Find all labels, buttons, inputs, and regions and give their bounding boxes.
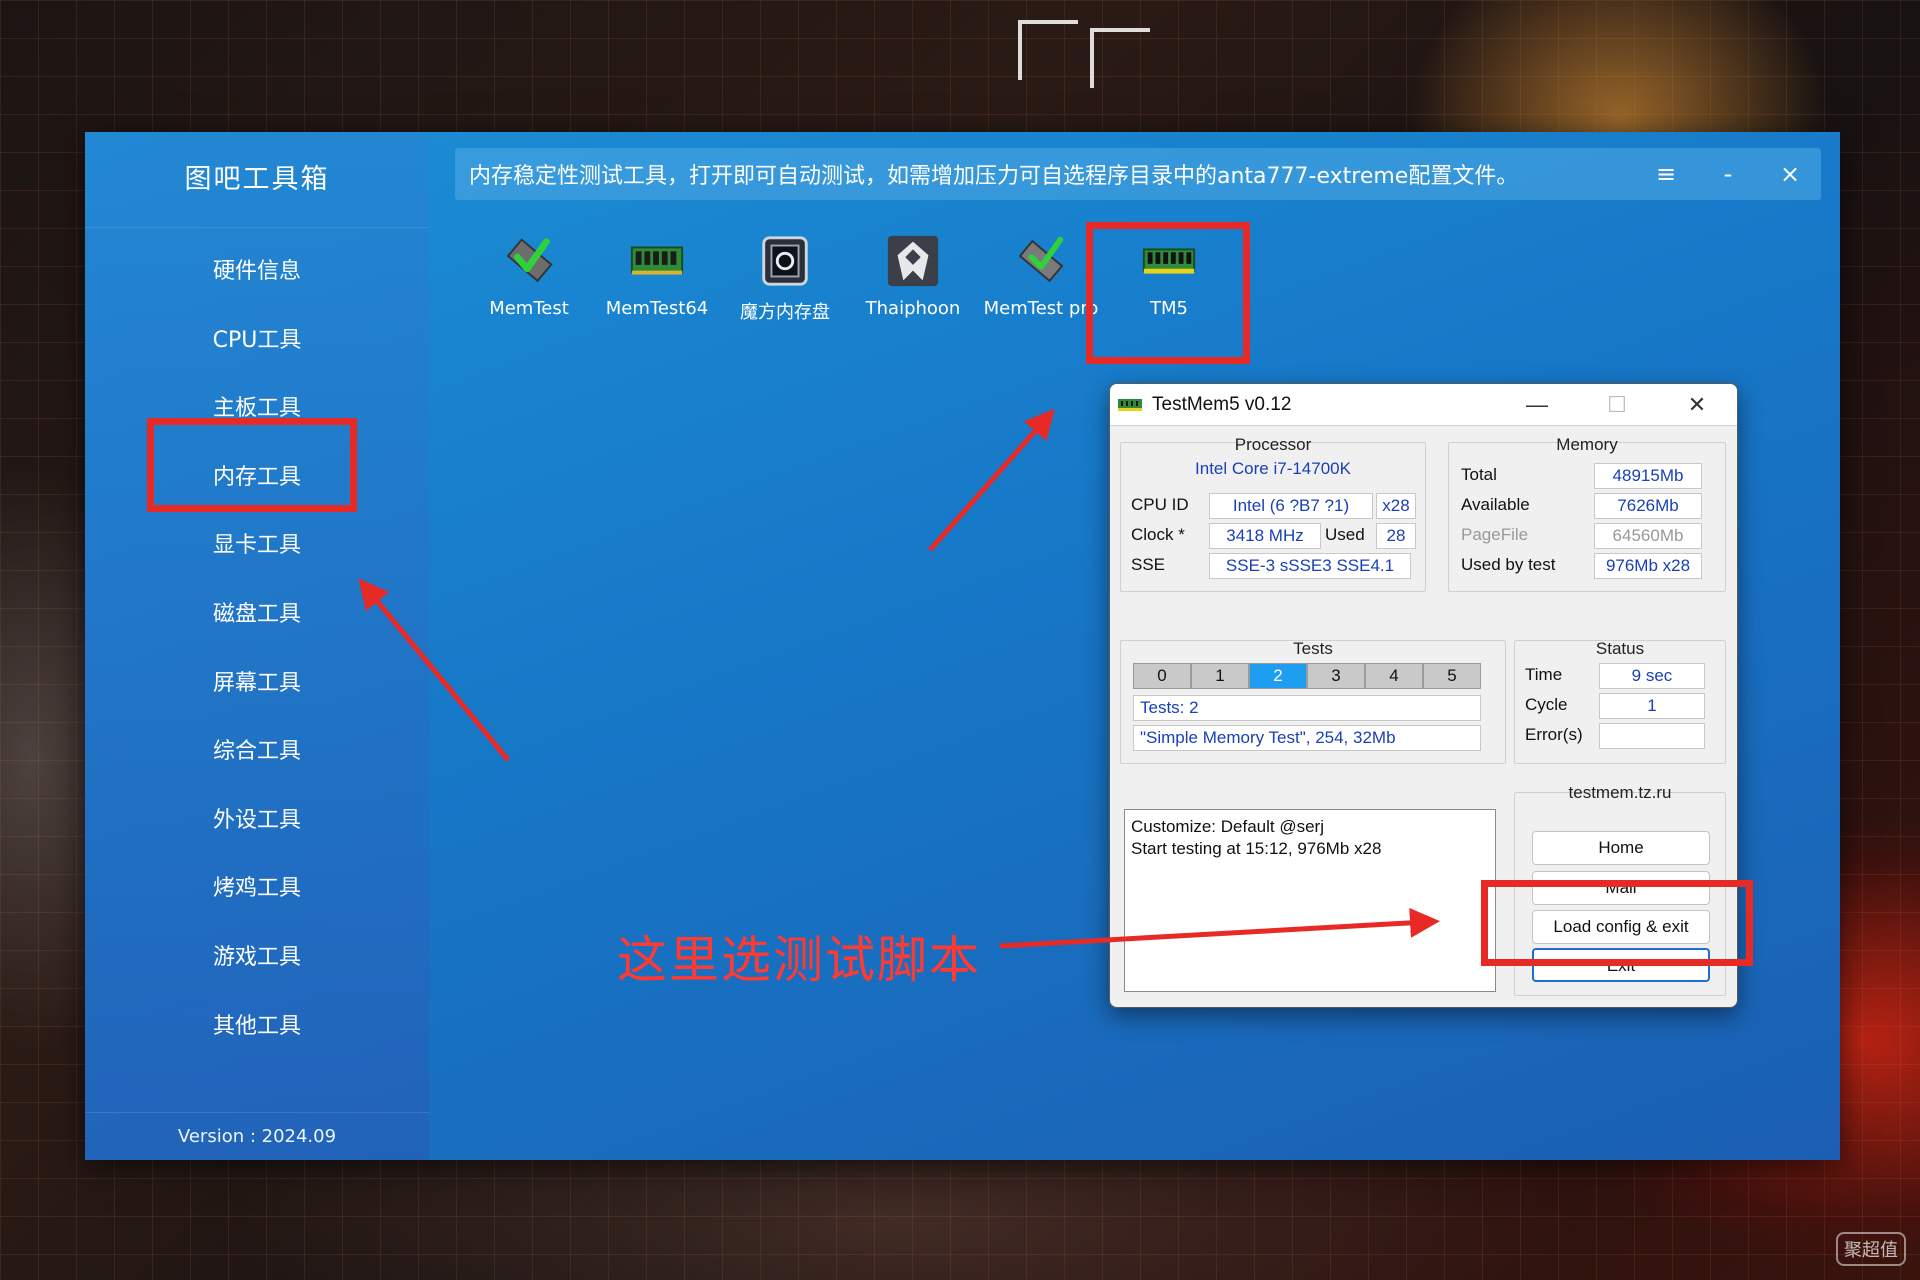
arrow-to-load-config: [999, 907, 1440, 949]
annotation-arrows: [358, 408, 1440, 949]
arrow-to-memory-tools: [358, 578, 510, 762]
annotation-text: 这里选测试脚本: [617, 931, 981, 989]
watermark: 聚超值: [1836, 1232, 1906, 1266]
arrow-to-tm5: [928, 408, 1055, 552]
